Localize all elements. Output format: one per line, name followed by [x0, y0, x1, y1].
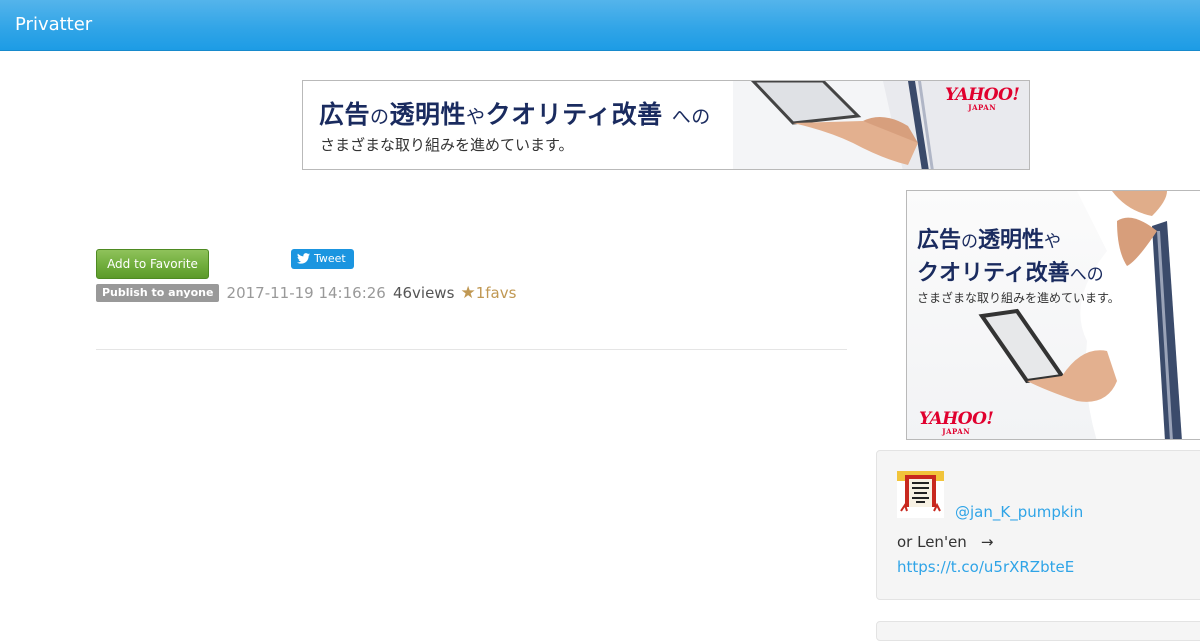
avatar[interactable]	[897, 471, 944, 518]
star-icon: ★	[460, 282, 476, 303]
view-count: 46views	[392, 283, 455, 302]
navbar: Privatter	[0, 0, 1200, 51]
content-divider	[96, 349, 847, 350]
post-meta: Publish to anyone 2017-11-19 14:16:26 46…	[96, 282, 517, 303]
next-sidebar-card	[876, 621, 1200, 641]
yahoo-japan-logo: YAHOO! JAPAN	[945, 85, 1020, 112]
yahoo-japan-logo: YAHOO! JAPAN	[919, 409, 994, 436]
side-ad-subtext: さまざまな取り組みを進めています。	[917, 291, 1120, 305]
visibility-badge: Publish to anyone	[96, 283, 220, 302]
tweet-button[interactable]: Tweet	[291, 249, 354, 269]
tweet-label: Tweet	[314, 252, 346, 265]
fav-count[interactable]: ★1favs	[460, 282, 517, 303]
ad-top-headline: 広告の透明性やクオリティ改善 への	[319, 100, 711, 129]
profile-handle-link[interactable]: @jan_K_pumpkin	[955, 503, 1083, 521]
profile-card: @jan_K_pumpkin or Len'en → https://t.co/u…	[876, 450, 1200, 600]
banner-ad-top[interactable]: 広告の透明性やクオリティ改善 への さまざまな取り組みを進めています。 YAHO…	[302, 80, 1030, 170]
arrow-right-icon: →	[980, 533, 994, 551]
side-ad[interactable]: 広告の透明性や クオリティ改善への さまざまな取り組みを進めています。 YAHO…	[906, 190, 1200, 440]
brand-logo[interactable]: Privatter	[15, 13, 92, 37]
fav-count-label: 1favs	[475, 283, 517, 302]
profile-bio: or Len'en →	[897, 533, 993, 551]
add-to-favorite-button[interactable]: Add to Favorite	[96, 249, 209, 279]
side-ad-headline: 広告の透明性や クオリティ改善への	[917, 228, 1104, 286]
twitter-bird-icon	[297, 252, 310, 264]
ad-top-subtext: さまざまな取り組みを進めています。	[320, 136, 574, 154]
post-timestamp: 2017-11-19 14:16:26	[226, 283, 386, 302]
profile-url-link[interactable]: https://t.co/u5rXRZbteE	[897, 558, 1074, 576]
profile-bio-text: or Len'en	[897, 533, 967, 551]
